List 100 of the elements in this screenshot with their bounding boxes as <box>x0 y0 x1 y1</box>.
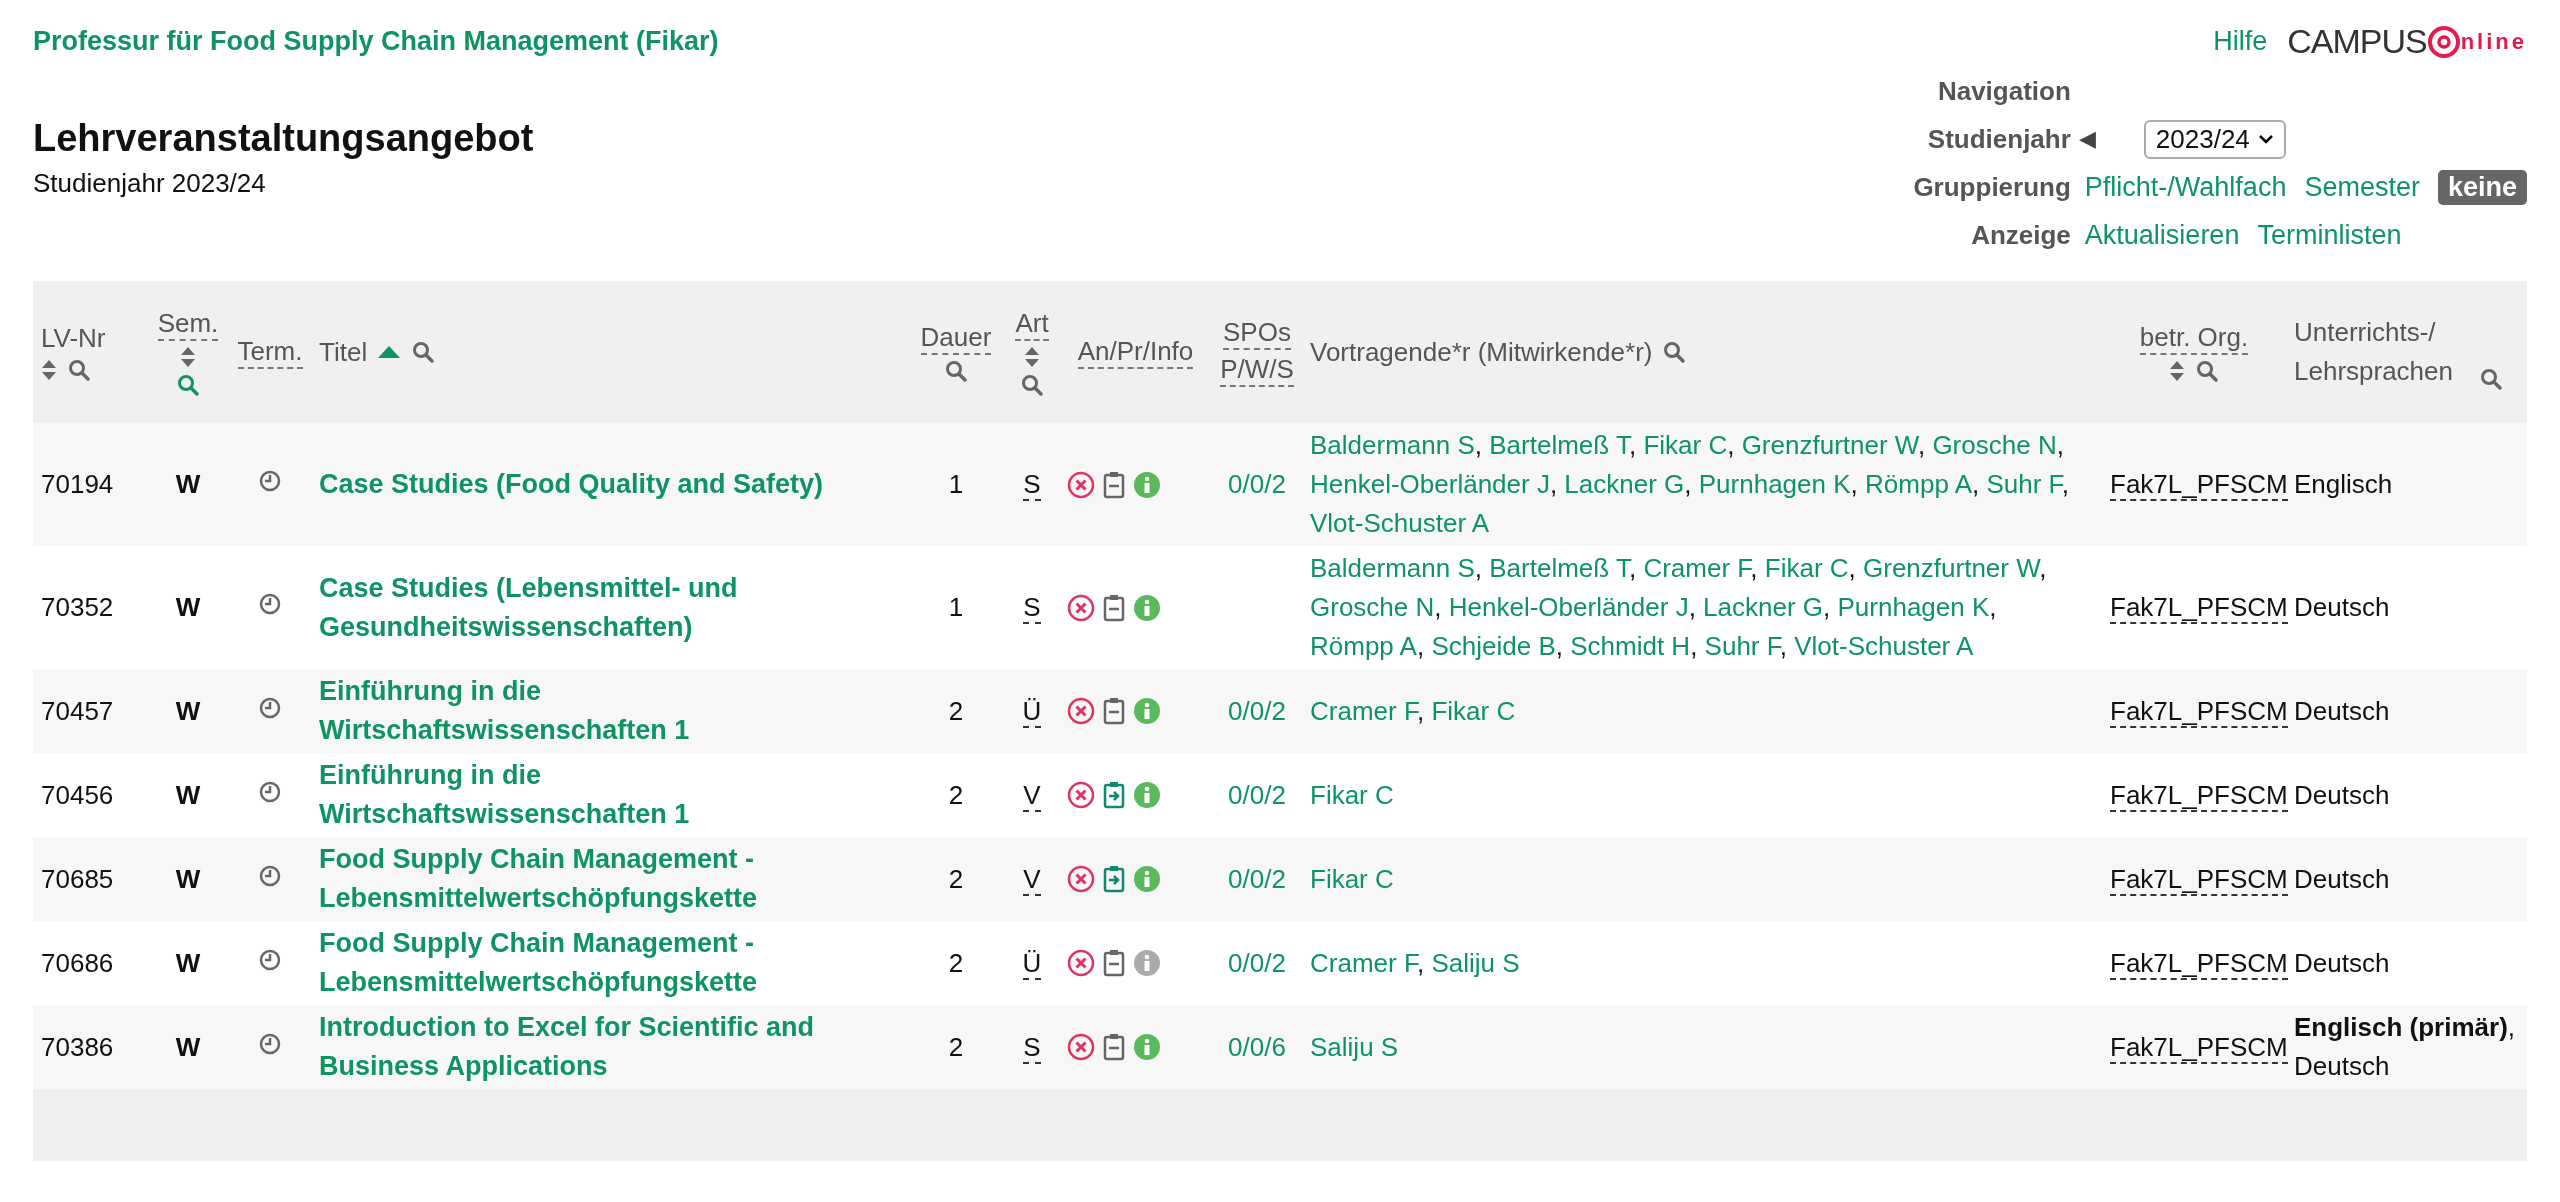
language-list: Deutsch <box>2294 695 2390 726</box>
display-link[interactable]: Aktualisieren <box>2084 219 2240 251</box>
lecturer-link[interactable]: Suhr F <box>1704 631 1780 661</box>
list-separator: , <box>1549 469 1558 499</box>
clipboard-icon[interactable] <box>1103 697 1125 725</box>
clock-icon[interactable] <box>258 863 282 888</box>
lecturer-link[interactable]: Fikar C <box>1643 430 1728 460</box>
lecturer-link[interactable]: Suhr F <box>1986 469 2062 499</box>
course-title-link[interactable]: Einführung in die Wirtschaftswissenschaften 1 <box>319 672 849 750</box>
lecturer-link[interactable]: Baldermann S <box>1310 553 1475 583</box>
course-number: 70352 <box>41 592 114 622</box>
lecturer-link[interactable]: Bartelmeß T <box>1489 553 1629 583</box>
lecturer-link[interactable]: Saliju S <box>1431 947 1520 978</box>
lecturer-link[interactable]: Vlot-Schuster A <box>1794 631 1974 661</box>
column-header[interactable]: betr. Org. <box>2139 321 2249 355</box>
list-separator: , <box>1727 430 1735 460</box>
organisation-code: Fak7L_PFSCM <box>2110 779 2288 812</box>
help-link[interactable]: Hilfe <box>2213 26 2268 57</box>
lecturer-link[interactable]: Henkel-Oberländer J <box>1310 469 1550 499</box>
lecturer-link[interactable]: Grosche N <box>1310 592 1435 622</box>
list-separator: , <box>2056 430 2064 460</box>
cancel-icon[interactable] <box>1067 1033 1095 1061</box>
search-icon[interactable] <box>1662 340 1687 364</box>
lecturer-link[interactable]: Cramer F <box>1643 553 1751 583</box>
column-header[interactable]: Dauer <box>920 321 992 355</box>
column-header[interactable]: Term. <box>237 335 303 369</box>
lecturer-link[interactable]: Baldermann S <box>1310 430 1475 460</box>
grouping-option[interactable]: keine <box>2437 169 2527 205</box>
search-icon[interactable] <box>67 357 91 382</box>
lecturer-link[interactable]: Cramer F <box>1310 947 1417 978</box>
course-title-link[interactable]: Case Studies (Food Quality and Safety) <box>319 465 849 504</box>
lecturer-link[interactable]: Grosche N <box>1932 430 2057 460</box>
lecturer-link[interactable]: Saliju S <box>1310 1031 1399 1062</box>
cancel-icon[interactable] <box>1067 865 1095 893</box>
search-icon[interactable] <box>1020 372 1044 397</box>
semester-cell: W <box>175 469 201 499</box>
search-icon[interactable] <box>411 340 436 364</box>
course-title-link[interactable]: Einführung in die Wirtschaftswissenschaften 1 <box>319 756 849 834</box>
lecturer-link[interactable]: Purnhagen K <box>1698 469 1851 499</box>
display-link[interactable]: Terminlisten <box>2257 219 2402 251</box>
clipboard-icon[interactable] <box>1103 593 1125 622</box>
sort-ascending-icon[interactable] <box>377 345 402 359</box>
course-title-link[interactable]: Case Studies (Lebensmittel- und Gesundheitswissenschaften) <box>319 568 849 647</box>
lecturer-link[interactable]: Grenzfurtner W <box>1863 553 2040 583</box>
clipboard-icon[interactable] <box>1103 1033 1125 1061</box>
lecturer-link[interactable]: Lackner G <box>1564 469 1685 499</box>
lecturer-link[interactable]: Henkel-Oberländer J <box>1448 592 1689 622</box>
lecturer-link[interactable]: Vlot-Schuster A <box>1310 508 1490 538</box>
list-separator: , <box>1750 553 1758 583</box>
lecturer-link[interactable]: Cramer F <box>1310 695 1417 726</box>
column-header[interactable]: An/Pr/Info <box>1077 335 1194 369</box>
column-header[interactable]: Sem. <box>157 307 219 341</box>
list-separator: , <box>1690 631 1698 661</box>
lecturer-link[interactable]: Lackner G <box>1703 592 1824 622</box>
cancel-icon[interactable] <box>1067 470 1095 499</box>
cancel-icon[interactable] <box>1067 781 1095 809</box>
list-separator: , <box>1474 553 1482 583</box>
cancel-icon[interactable] <box>1067 949 1095 977</box>
lecturer-link[interactable]: Grenzfurtner W <box>1741 430 1918 460</box>
semester-cell: W <box>175 947 201 978</box>
clock-icon[interactable] <box>258 779 282 804</box>
lecturer-link[interactable]: Bartelmeß T <box>1489 430 1629 460</box>
lecturer-link[interactable]: Purnhagen K <box>1837 592 1990 622</box>
column-header[interactable]: LV-Nr <box>41 322 106 354</box>
lecturer-link[interactable]: Schjeide B <box>1431 631 1556 661</box>
clock-icon[interactable] <box>258 469 282 493</box>
course-title-link[interactable]: Food Supply Chain Management - Lebensmittelwertschöpfungskette <box>319 924 849 1002</box>
clipboard-icon[interactable] <box>1103 949 1125 977</box>
course-title-link[interactable]: Food Supply Chain Management - Lebensmittelwertschöpfungskette <box>319 840 849 918</box>
column-header[interactable]: Titel <box>319 336 368 368</box>
search-icon[interactable] <box>2479 367 2503 391</box>
lecturer-link[interactable]: Fikar C <box>1310 779 1394 810</box>
course-type: V <box>1023 863 1041 896</box>
lecturer-link[interactable]: Römpp A <box>1310 631 1417 661</box>
search-icon[interactable] <box>2195 358 2219 383</box>
clock-icon[interactable] <box>258 1031 282 1056</box>
clipboard-icon[interactable] <box>1103 470 1125 499</box>
lecturer-link[interactable]: Schmidt H <box>1570 631 1691 661</box>
search-icon[interactable] <box>176 372 200 397</box>
column-header[interactable]: SPOs <box>1223 317 1291 350</box>
lecturer-link[interactable]: Fikar C <box>1310 863 1394 894</box>
course-title-link[interactable]: Introduction to Excel for Scientific and Business Applications <box>319 1008 849 1086</box>
lecturer-link[interactable]: Römpp A <box>1865 469 1972 499</box>
grouping-option[interactable]: Pflicht-/Wahlfach <box>2084 169 2287 205</box>
column-header[interactable]: Vortragende*r (Mitwirkende*r) <box>1310 336 1653 368</box>
clock-icon[interactable] <box>258 592 282 616</box>
cancel-icon[interactable] <box>1067 697 1095 725</box>
grouping-option[interactable]: Semester <box>2304 169 2420 205</box>
language-list: Englisch <box>2294 469 2393 499</box>
duration-cell: 2 <box>948 695 964 726</box>
lecturer-link[interactable]: Fikar C <box>1431 695 1516 726</box>
clock-icon[interactable] <box>258 947 282 972</box>
lecturer-link[interactable]: Fikar C <box>1764 553 1849 583</box>
cancel-icon[interactable] <box>1067 593 1095 622</box>
column-header[interactable]: Art <box>1015 307 1049 341</box>
year-select[interactable]: 2023/24 <box>2143 119 2286 159</box>
previous-year-button[interactable]: ◀ <box>2078 126 2096 152</box>
organisation-link[interactable]: Professur für Food Supply Chain Management (Fikar) <box>33 26 719 57</box>
clock-icon[interactable] <box>258 695 282 720</box>
search-icon[interactable] <box>944 358 968 383</box>
